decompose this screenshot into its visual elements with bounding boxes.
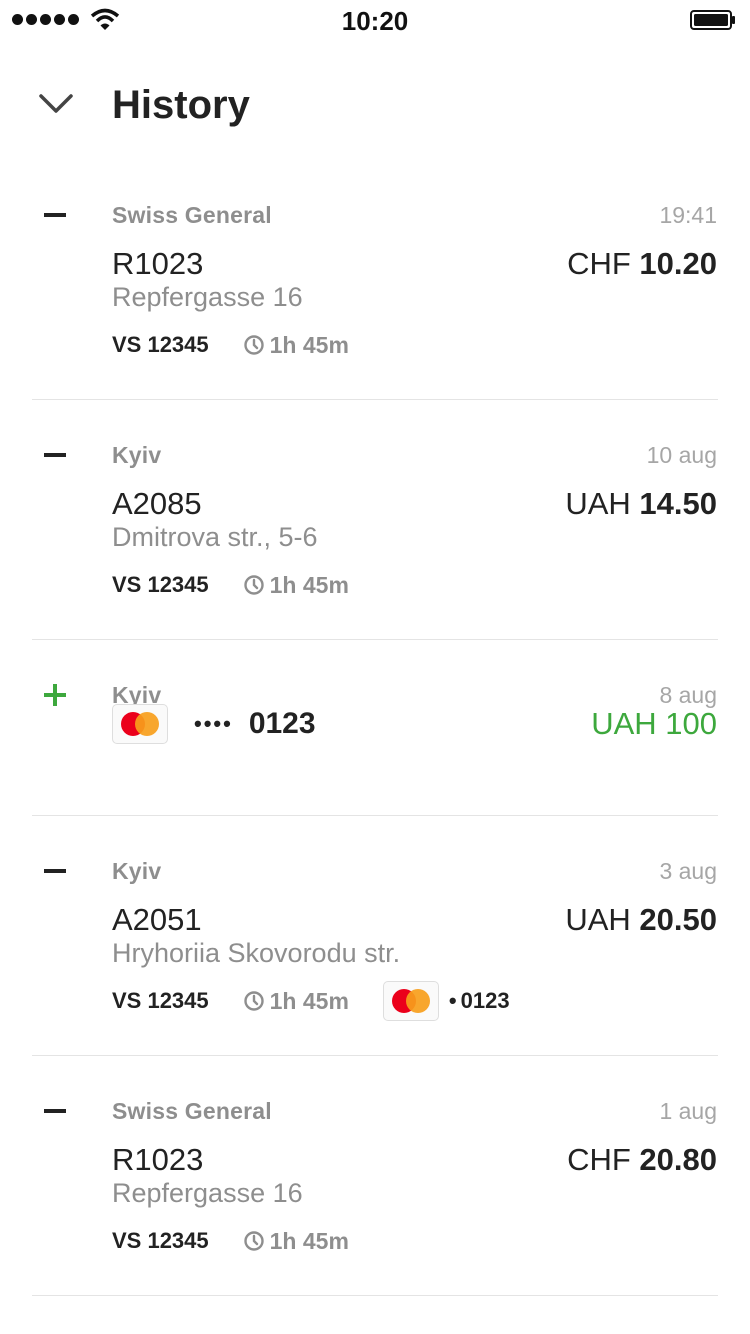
divider [32,1295,718,1296]
history-item[interactable]: Swiss General 19:41 R1023 Repfergasse 16… [0,160,750,400]
item-meta: VS 12345 1h 45m • 0123 [112,981,510,1021]
clock-icon [243,1231,264,1251]
duration-text: 1h 45m [269,987,349,1014]
card-masked-dot: • [448,988,457,1013]
item-address: Repfergasse 16 [112,1178,303,1208]
item-meta: VS 12345 1h 45m [112,570,349,600]
item-vehicle-code: VS 12345 [112,572,209,597]
item-amount: UAH 20.50 [565,902,717,938]
item-date: 10 aug [646,442,717,468]
status-bar: 10:20 [0,0,750,40]
item-address: Dmitrova str., 5-6 [112,522,318,552]
item-city: Kyiv [112,858,162,884]
item-route: R1023 [112,246,204,281]
chevron-down-icon [39,94,73,113]
amount-currency: UAH [565,486,631,521]
item-date: 8 aug [659,682,717,708]
card-masked-dots: •••• [194,711,233,736]
item-route: A2085 [112,486,202,521]
amount-currency: CHF [567,1142,631,1177]
card-last-digits: 0123 [248,707,316,740]
duration-text: 1h 45m [269,571,349,598]
amount-currency: UAH [565,902,631,937]
duration-text: 1h 45m [269,1227,349,1254]
card-last-digits: 0123 [460,988,510,1013]
history-list: Swiss General 19:41 R1023 Repfergasse 16… [0,160,750,1296]
item-duration: 1h 45m [243,572,349,599]
amount-value: 20.80 [639,1142,717,1177]
page-title: History [112,83,250,127]
payment-card: • 0123 [382,981,510,1021]
item-duration: 1h 45m [243,332,349,359]
clock-icon [243,991,264,1011]
debit-minus-icon [44,859,68,883]
item-vehicle-code: VS 12345 [112,1228,209,1253]
item-date: 1 aug [659,1098,717,1124]
item-route: A2051 [112,902,202,937]
mastercard-icon [112,704,168,744]
amount-currency: UAH [591,706,657,741]
item-meta: VS 12345 1h 45m [112,1226,349,1256]
item-amount: CHF 20.80 [567,1142,717,1178]
amount-value: 14.50 [639,486,717,521]
item-meta: VS 12345 1h 45m [112,330,349,360]
clock-icon [243,335,264,355]
item-amount: UAH 14.50 [565,486,717,522]
item-amount: CHF 10.20 [567,246,717,282]
clock-icon [243,575,264,595]
battery-icon [690,10,735,30]
item-amount: UAH 100 [591,706,717,742]
mastercard-icon [382,981,439,1021]
item-address: Hryhoriia Skovorodu str. [112,938,401,968]
history-item-topup[interactable]: Kyiv 8 aug •••• 0123 UAH 100 [0,640,750,816]
debit-minus-icon [44,1099,68,1123]
payment-card: •••• 0123 [112,704,316,744]
debit-minus-icon [44,443,68,467]
item-route: R1023 [112,1142,204,1177]
amount-value: 100 [665,706,717,741]
credit-plus-icon [44,683,68,707]
item-city: Swiss General [112,202,272,228]
amount-value: 20.50 [639,902,717,937]
item-vehicle-code: VS 12345 [112,332,209,357]
item-date: 3 aug [659,858,717,884]
item-city: Swiss General [112,1098,272,1124]
history-item[interactable]: Swiss General 1 aug R1023 Repfergasse 16… [0,1056,750,1296]
item-date: 19:41 [659,202,717,228]
duration-text: 1h 45m [269,331,349,358]
history-item[interactable]: Kyiv 10 aug A2085 Dmitrova str., 5-6 UAH… [0,400,750,640]
item-duration: 1h 45m [243,988,349,1015]
item-city: Kyiv [112,442,162,468]
status-time: 10:20 [341,6,409,36]
collapse-button[interactable] [36,86,76,122]
amount-value: 10.20 [639,246,717,281]
item-vehicle-code: VS 12345 [112,988,209,1013]
debit-minus-icon [44,203,68,227]
item-address: Repfergasse 16 [112,282,303,312]
item-duration: 1h 45m [243,1228,349,1255]
history-item[interactable]: Kyiv 3 aug A2051 Hryhoriia Skovorodu str… [0,816,750,1056]
amount-currency: CHF [567,246,631,281]
